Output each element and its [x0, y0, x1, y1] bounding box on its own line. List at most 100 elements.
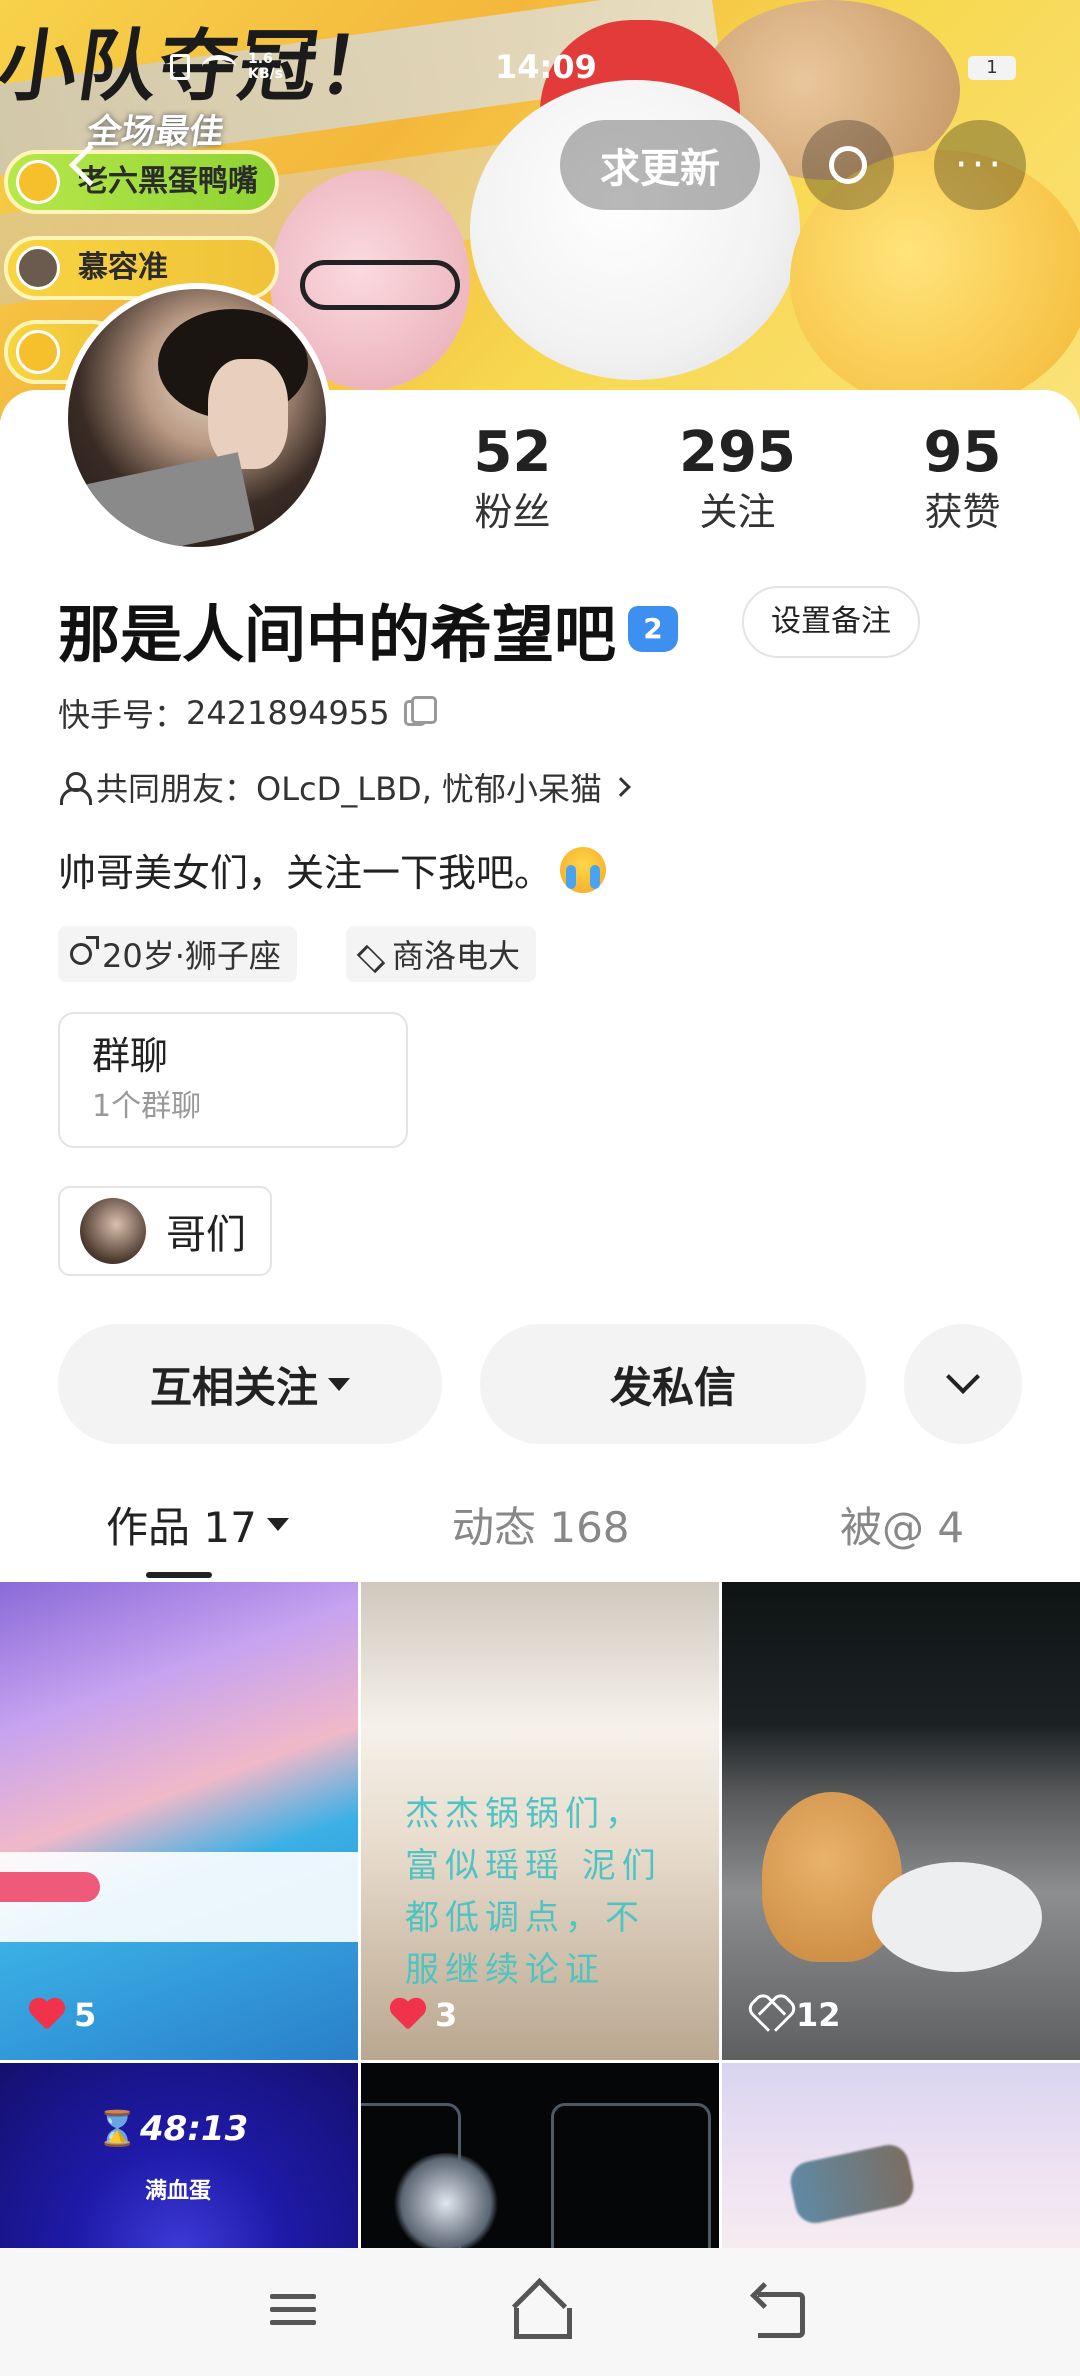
back-button[interactable]: [50, 120, 130, 210]
net-speed: 1.6 KB/s: [248, 52, 283, 82]
thumb-caption: 满血蛋: [145, 2179, 212, 2204]
like-count: 3: [389, 1996, 457, 2034]
home-icon[interactable]: [510, 2286, 572, 2339]
system-nav-bar: [0, 2248, 1080, 2376]
copy-icon[interactable]: [403, 696, 437, 726]
video-thumbnail[interactable]: ⌛ 48:13 满血蛋: [0, 2063, 358, 2251]
caret-down-icon: [266, 1518, 289, 1531]
expand-more-button[interactable]: [904, 1324, 1022, 1444]
search-button[interactable]: [802, 120, 894, 210]
caret-down-icon: [328, 1377, 350, 1391]
wifi-icon: [202, 55, 236, 79]
hourglass-icon: ⌛: [96, 2109, 139, 2149]
menu-icon[interactable]: [270, 2286, 330, 2336]
thumb-art: [551, 2103, 711, 2251]
stat-label: 粉丝: [474, 490, 551, 534]
rank-avatar: [16, 246, 60, 290]
group-chat-card[interactable]: 群聊 1个群聊: [58, 1012, 408, 1148]
status-time: 14:09: [495, 48, 597, 86]
mutual-follow-label: 互相关注: [149, 1362, 318, 1412]
stat-number: 95: [923, 420, 1002, 485]
thumb-art: [872, 1862, 1042, 1972]
stat-number: 295: [679, 420, 796, 485]
more-button[interactable]: ···: [934, 120, 1026, 210]
relation-chip[interactable]: 哥们: [58, 1186, 272, 1276]
group-chat-title: 群聊: [92, 1034, 169, 1078]
heart-icon: [389, 1999, 425, 2031]
set-remark-button[interactable]: 设置备注: [742, 586, 920, 658]
stat-likes[interactable]: 95 获赞: [850, 420, 1075, 538]
video-thumbnail[interactable]: [722, 2063, 1080, 2251]
bio-text: 帅哥美女们，关注一下我吧。: [58, 851, 553, 895]
like-count: 5: [28, 1996, 96, 2034]
mutual-friends-value: OLcD_LBD, 忧郁小呆猫: [256, 770, 603, 808]
level-badge[interactable]: 2: [628, 606, 679, 652]
avatar-face-art: [208, 359, 288, 469]
thumb-art: [0, 1872, 100, 1902]
kuaishou-id-value: 2421894955: [186, 694, 390, 732]
send-message-button[interactable]: 发私信: [480, 1324, 866, 1444]
heart-icon: [28, 1999, 64, 2031]
mutual-friends[interactable]: 共同朋友： OLcD_LBD, 忧郁小呆猫: [58, 764, 631, 810]
search-icon: [829, 146, 867, 184]
sim-icon: [170, 54, 190, 80]
school-tag-text: 商洛电大: [392, 937, 521, 975]
tab-works-label: 作品 17: [106, 1503, 257, 1552]
banner-rank-badge: 老六黑蛋鸭嘴: [4, 150, 279, 214]
back-nav-icon[interactable]: [752, 2286, 812, 2338]
thumb-art: [786, 2141, 918, 2227]
video-thumbnail[interactable]: 5: [0, 1582, 358, 2060]
heart-icon: [750, 1999, 786, 2031]
kuaishou-id: 快手号： 2421894955: [58, 690, 437, 736]
school-tag[interactable]: 商洛电大: [346, 926, 537, 982]
graduation-icon: [358, 944, 384, 964]
stat-fans[interactable]: 52 粉丝: [400, 420, 625, 538]
kuaishou-id-label: 快手号：: [58, 696, 187, 734]
stat-number: 52: [473, 420, 552, 485]
tab-indicator: [146, 1572, 212, 1578]
back-icon: [68, 143, 112, 187]
like-count-value: 3: [435, 1996, 458, 2034]
works-grid: 5 杰杰锅锅们，富似瑶瑶 泥们都低调点，不服继续论证 3 12 ⌛ 48:13 …: [0, 1582, 1080, 2251]
status-icons: 1.6 KB/s: [170, 52, 283, 82]
status-bar: 1.6 KB/s 14:09 1: [0, 40, 1080, 90]
video-thumbnail[interactable]: 杰杰锅锅们，富似瑶瑶 泥们都低调点，不服继续论证 3: [361, 1582, 719, 2060]
banner-glasses-art: [300, 260, 460, 310]
age-tag: 20岁·狮子座: [58, 926, 297, 982]
age-tag-text: 20岁·狮子座: [102, 937, 281, 975]
person-icon: [58, 772, 92, 805]
mutual-friends-label: 共同朋友：: [96, 770, 257, 808]
tab-mentioned[interactable]: 被@ 4: [840, 1494, 964, 1555]
video-thumbnail[interactable]: 12: [722, 1582, 1080, 2060]
net-speed-value: 1.6: [248, 51, 273, 67]
male-icon: [70, 936, 99, 965]
stat-following[interactable]: 295 关注: [625, 420, 850, 538]
like-count: 12: [750, 1996, 841, 2034]
thumb-timer: 48:13: [140, 2109, 249, 2149]
tab-works[interactable]: 作品 17: [106, 1494, 289, 1555]
battery-indicator: 1: [968, 56, 1016, 80]
mutual-follow-button[interactable]: 互相关注: [58, 1324, 442, 1444]
video-thumbnail[interactable]: [361, 2063, 719, 2251]
rank-name: 慕容准: [78, 250, 168, 285]
net-speed-unit: KB/s: [248, 66, 283, 82]
request-update-button[interactable]: 求更新: [560, 120, 760, 210]
avatar[interactable]: [62, 283, 332, 553]
rank-avatar: [16, 330, 60, 374]
thumb-art: [391, 2153, 501, 2251]
relation-avatar: [80, 1198, 146, 1264]
thumb-caption: 杰杰锅锅们，富似瑶瑶 泥们都低调点，不服继续论证: [405, 1794, 662, 1990]
stat-label: 获赞: [924, 490, 1001, 534]
profile-name-text: 那是人间中的希望吧: [58, 598, 617, 671]
like-count-value: 5: [74, 1996, 97, 2034]
chevron-right-icon: [611, 777, 631, 797]
chevron-down-icon: [946, 1360, 980, 1394]
profile-name: 那是人间中的希望吧 2: [58, 584, 679, 674]
avatar-laptop-art: [71, 452, 255, 547]
group-chat-count: 1个群聊: [92, 1089, 202, 1124]
tab-dynamic[interactable]: 动态 168: [452, 1494, 630, 1555]
profile-bio: 帅哥美女们，关注一下我吧。: [58, 842, 607, 897]
content-tabs: 作品 17 动态 168 被@ 4: [0, 1484, 1080, 1580]
relation-label: 哥们: [166, 1212, 246, 1258]
like-count-value: 12: [796, 1996, 841, 2034]
